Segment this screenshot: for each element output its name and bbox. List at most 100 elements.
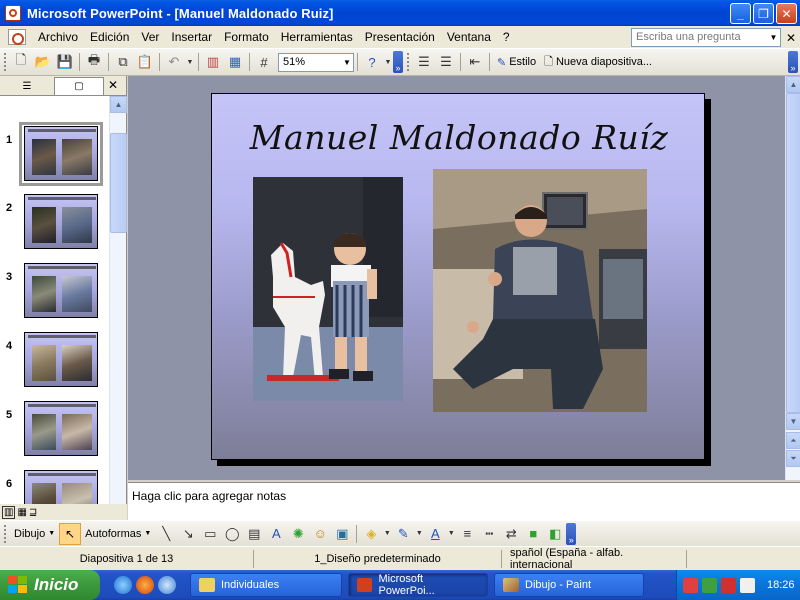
tab-slides[interactable]: ▢ (54, 77, 104, 95)
clock[interactable]: 18:26 (767, 579, 795, 591)
slide-thumbnail[interactable]: 1 (0, 122, 109, 186)
network-icon[interactable] (683, 577, 698, 593)
menu-ventana[interactable]: Ventana (441, 30, 497, 44)
paste-icon[interactable]: 📋 (134, 51, 156, 73)
autoformas-menu-button[interactable]: Autoformas ▼ (81, 528, 155, 540)
toolbar-options-icon[interactable]: » (788, 51, 798, 73)
grid-icon[interactable]: # (253, 51, 275, 73)
maximize-button[interactable]: ❐ (753, 3, 774, 24)
scroll-down-icon[interactable]: ▼ (786, 413, 800, 430)
toolbar-grip[interactable] (4, 524, 7, 543)
toolbar-grip[interactable] (407, 53, 410, 71)
new-slide-button[interactable]: 🗋 Nueva diapositiva... (540, 53, 656, 72)
help-icon[interactable]: ? (361, 51, 383, 73)
slides-panel-scrollbar[interactable]: ▲ (109, 96, 127, 504)
select-cursor-icon[interactable]: ↖ (59, 522, 82, 545)
arrow-style-icon[interactable]: ⇄ (500, 523, 522, 545)
fill-dropdown-icon[interactable]: ▼ (382, 523, 392, 545)
task-powerpoint[interactable]: Microsoft PowerPoi... (348, 573, 488, 597)
diagram-icon[interactable]: ✺ (287, 523, 309, 545)
close-button[interactable]: ✕ (776, 3, 797, 24)
line-color-icon[interactable]: ✎ (392, 523, 414, 545)
normal-view-icon[interactable]: ▥ (2, 505, 16, 519)
rectangle-tool-icon[interactable]: ▭ (199, 523, 221, 545)
dropdown-arrow-icon[interactable]: ▼ (767, 29, 780, 46)
menu-herramientas[interactable]: Herramientas (275, 30, 359, 44)
slideshow-icon[interactable]: ⊒ (29, 507, 37, 518)
insert-picture-icon[interactable]: ▣ (331, 523, 353, 545)
decrease-indent-icon[interactable]: ⇤ (464, 51, 486, 73)
security-icon[interactable] (702, 577, 717, 593)
powerpoint-app-icon[interactable] (5, 5, 21, 21)
ellipse-tool-icon[interactable]: ◯ (221, 523, 243, 545)
task-individuales[interactable]: Individuales (190, 573, 342, 597)
menu-insertar[interactable]: Insertar (165, 30, 218, 44)
open-folder-icon[interactable]: 📂 (32, 51, 54, 73)
photo-child-rocking-horse[interactable] (253, 177, 403, 401)
clipart-icon[interactable]: ☺ (309, 523, 331, 545)
ask-question-input[interactable]: Escriba una pregunta ▼ (631, 28, 781, 47)
slide-thumbnail[interactable]: 3 (0, 263, 109, 323)
next-slide-icon[interactable]: ⏷ (786, 450, 800, 467)
save-icon[interactable]: 💾 (54, 51, 76, 73)
slide-thumbnail[interactable]: 2 (0, 194, 109, 254)
shadow-icon[interactable]: ■ (522, 523, 544, 545)
insert-chart-icon[interactable]: ▥ (202, 51, 224, 73)
line-style-icon[interactable]: ≡ (456, 523, 478, 545)
line-color-dropdown-icon[interactable]: ▼ (414, 523, 424, 545)
photo-teen-limousine[interactable] (433, 169, 647, 412)
new-document-icon[interactable]: 🗋 (10, 51, 32, 73)
menu-presentacion[interactable]: Presentación (359, 30, 441, 44)
firefox-icon[interactable] (136, 576, 154, 594)
help-dropdown-icon[interactable]: ▼ (383, 51, 393, 73)
toolbar-options-icon[interactable]: » (393, 51, 403, 73)
slide-title[interactable]: Manuel Maldonado Ruíz (212, 118, 706, 157)
notes-pane[interactable]: Haga clic para agregar notas (128, 482, 800, 520)
menu-help[interactable]: ? (497, 30, 516, 44)
fill-color-icon[interactable]: ◈ (360, 523, 382, 545)
tab-outline[interactable]: ☰ (2, 77, 52, 95)
print-icon[interactable]: 🖶 (83, 51, 105, 73)
shield-icon[interactable] (721, 577, 736, 593)
zoom-select[interactable]: 51% ▼ (278, 52, 354, 72)
arrow-tool-icon[interactable]: ↘ (177, 523, 199, 545)
scroll-up-icon[interactable]: ▲ (786, 76, 800, 93)
style-button[interactable]: ✎ Estilo (493, 56, 540, 69)
menu-edicion[interactable]: Edición (84, 30, 135, 44)
undo-dropdown-icon[interactable]: ▼ (185, 51, 195, 73)
insert-table-icon[interactable]: ▦ (224, 51, 246, 73)
scrollbar-thumb[interactable] (110, 133, 127, 233)
task-paint[interactable]: Dibujo - Paint (494, 573, 644, 597)
panel-close-button[interactable]: ✕ (108, 78, 118, 92)
document-close-button[interactable]: ✕ (786, 31, 796, 45)
previous-slide-icon[interactable]: ⏶ (786, 432, 800, 449)
font-color-icon[interactable]: A (424, 523, 446, 545)
undo-icon[interactable]: ↶ (163, 51, 185, 73)
slide-thumbnail[interactable]: 6 (0, 470, 109, 504)
main-vertical-scrollbar[interactable]: ▲ ▼ ⏶ ⏷ (785, 76, 800, 480)
current-slide[interactable]: Manuel Maldonado Ruíz (211, 93, 705, 460)
bullet-list-icon[interactable]: ☰ (435, 51, 457, 73)
scroll-up-icon[interactable]: ▲ (110, 96, 127, 113)
antivirus-icon[interactable] (740, 577, 755, 593)
browser-icon[interactable] (158, 576, 176, 594)
internet-explorer-icon[interactable] (114, 576, 132, 594)
toolbar-options-icon[interactable]: » (566, 522, 577, 545)
toolbar-grip[interactable] (4, 53, 7, 71)
start-button[interactable]: Inicio (0, 570, 100, 600)
menu-archivo[interactable]: Archivo (32, 30, 84, 44)
slide-thumbnail[interactable]: 5 (0, 401, 109, 461)
copy-icon[interactable]: ⧉ (112, 51, 134, 73)
numbered-list-icon[interactable]: ☰ (413, 51, 435, 73)
dash-style-icon[interactable]: ┅ (478, 523, 500, 545)
wordart-icon[interactable]: A (265, 523, 287, 545)
textbox-tool-icon[interactable]: ▤ (243, 523, 265, 545)
minimize-button[interactable]: _ (730, 3, 751, 24)
scrollbar-thumb[interactable] (786, 93, 800, 413)
font-color-dropdown-icon[interactable]: ▼ (446, 523, 456, 545)
dibujo-menu-button[interactable]: Dibujo ▼ (10, 528, 59, 540)
document-icon[interactable] (8, 29, 26, 45)
slide-thumbnail[interactable]: 4 (0, 332, 109, 392)
dropdown-arrow-icon[interactable]: ▼ (341, 54, 353, 71)
slide-sorter-icon[interactable]: ▦ (17, 507, 26, 518)
